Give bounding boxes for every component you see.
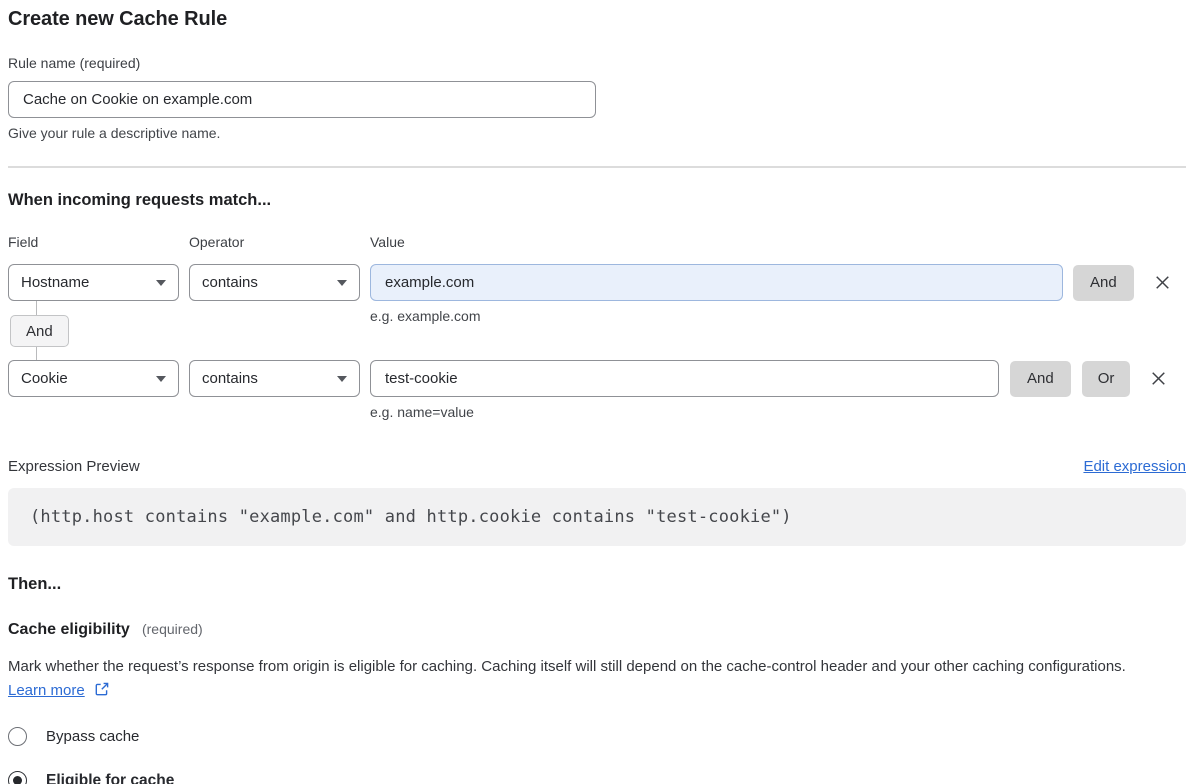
expression-preview-label: Expression Preview <box>8 458 140 475</box>
value-input[interactable] <box>370 264 1063 301</box>
edit-expression-link[interactable]: Edit expression <box>1083 458 1186 475</box>
operator-select[interactable]: contains <box>189 264 360 301</box>
section-divider <box>8 166 1186 168</box>
match-heading: When incoming requests match... <box>8 191 1186 210</box>
radio-option-eligible-for-cache[interactable]: Eligible for cache <box>8 771 1186 784</box>
x-icon <box>1148 368 1169 389</box>
value-column-label: Value <box>370 234 551 250</box>
remove-row-button[interactable] <box>1152 272 1173 293</box>
radio-icon[interactable] <box>8 727 27 746</box>
operator-select-value: contains <box>202 370 258 387</box>
remove-row-button[interactable] <box>1148 368 1169 389</box>
rule-name-label: Rule name (required) <box>8 55 1186 71</box>
match-column-labels: Field Operator Value <box>8 234 1186 250</box>
cache-eligibility-description: Mark whether the request’s response from… <box>8 655 1168 705</box>
learn-more-link[interactable]: Learn more <box>8 682 85 699</box>
row-connector-area: And e.g. example.com <box>8 301 1186 360</box>
match-row: Hostname contains And <box>8 264 1186 301</box>
caret-down-icon <box>156 376 166 382</box>
cache-eligibility-heading: Cache eligibility (required) <box>8 621 1186 639</box>
field-select-value: Cookie <box>21 370 68 387</box>
radio-label: Eligible for cache <box>46 772 174 784</box>
required-tag: (required) <box>142 621 203 637</box>
description-text: Mark whether the request’s response from… <box>8 658 1126 675</box>
rule-name-input[interactable] <box>8 81 596 118</box>
connector-and-button[interactable]: And <box>10 315 69 347</box>
value-hint: e.g. example.com <box>370 308 481 324</box>
match-row: Cookie contains And Or <box>8 360 1186 397</box>
page-title: Create new Cache Rule <box>8 8 1186 31</box>
and-button[interactable]: And <box>1073 265 1134 301</box>
caret-down-icon <box>337 376 347 382</box>
create-cache-rule-page: Create new Cache Rule Rule name (require… <box>0 0 1200 784</box>
field-select[interactable]: Cookie <box>8 360 179 397</box>
field-column-label: Field <box>8 234 189 250</box>
operator-column-label: Operator <box>189 234 370 250</box>
cache-eligibility-title: Cache eligibility <box>8 621 130 638</box>
then-heading: Then... <box>8 575 1186 594</box>
rule-name-help: Give your rule a descriptive name. <box>8 125 1186 141</box>
expression-header: Expression Preview Edit expression <box>8 458 1186 475</box>
value-hint: e.g. name=value <box>370 404 1186 420</box>
radio-option-bypass-cache[interactable]: Bypass cache <box>8 727 1186 746</box>
x-icon <box>1152 272 1173 293</box>
value-input[interactable] <box>370 360 999 397</box>
operator-select[interactable]: contains <box>189 360 360 397</box>
or-button[interactable]: Or <box>1082 361 1131 397</box>
caret-down-icon <box>337 280 347 286</box>
external-link-icon <box>94 681 110 705</box>
and-button[interactable]: And <box>1010 361 1071 397</box>
field-select[interactable]: Hostname <box>8 264 179 301</box>
caret-down-icon <box>156 280 166 286</box>
operator-select-value: contains <box>202 274 258 291</box>
field-select-value: Hostname <box>21 274 89 291</box>
expression-code: (http.host contains "example.com" and ht… <box>8 488 1186 546</box>
radio-icon-selected[interactable] <box>8 771 27 784</box>
radio-label: Bypass cache <box>46 728 139 745</box>
